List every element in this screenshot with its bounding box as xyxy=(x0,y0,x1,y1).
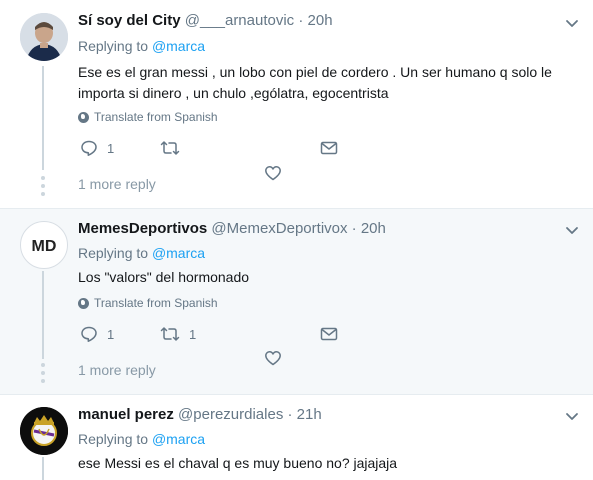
thread-line xyxy=(42,457,44,480)
direct-message-button[interactable] xyxy=(320,139,338,157)
separator: · xyxy=(298,12,304,29)
replying-prefix: Replying to xyxy=(78,431,149,447)
replying-prefix: Replying to xyxy=(78,38,149,54)
timestamp[interactable]: 20h xyxy=(308,12,333,29)
thread-dots xyxy=(41,176,45,200)
chevron-down-icon[interactable] xyxy=(565,409,579,423)
user-handle[interactable]: @perezurdiales xyxy=(178,406,283,423)
reply-icon xyxy=(81,326,97,342)
separator: · xyxy=(351,220,357,237)
retweet-button[interactable]: 1 xyxy=(160,325,196,343)
reply-count: 1 xyxy=(107,140,115,156)
display-name[interactable]: Sí soy del City xyxy=(78,12,181,29)
thread-line xyxy=(42,66,44,170)
heart-icon[interactable] xyxy=(264,164,282,182)
thread-line xyxy=(42,271,44,359)
timestamp[interactable]: 20h xyxy=(361,220,386,237)
retweet-button[interactable] xyxy=(160,139,189,157)
translate-link[interactable]: Translate from Spanish xyxy=(78,296,218,310)
display-name[interactable]: manuel perez xyxy=(78,406,174,423)
tweet[interactable]: manuel perez @perezurdiales · 21h Replyi… xyxy=(0,394,593,480)
reply-count: 1 xyxy=(107,326,115,342)
replying-to-link[interactable]: @marca xyxy=(152,38,205,54)
tweet-text: Ese es el gran messi , un lobo con piel … xyxy=(78,64,552,101)
timestamp[interactable]: 21h xyxy=(297,406,322,423)
tweet-actions: 1 xyxy=(80,139,360,159)
tweet[interactable]: Sí soy del City @___arnautovic · 20h Rep… xyxy=(0,0,593,208)
tweet-header: manuel perez @perezurdiales · 21h xyxy=(78,406,322,423)
translate-link[interactable]: Translate from Spanish xyxy=(78,110,218,124)
retweet-count: 1 xyxy=(189,326,197,342)
avatar[interactable] xyxy=(20,407,68,455)
replying-prefix: Replying to xyxy=(78,245,149,261)
retweet-icon xyxy=(160,327,180,341)
tweet[interactable]: MD MemesDeportivos @MemexDeportivox · 20… xyxy=(0,208,593,395)
tweet-actions: 1 1 xyxy=(80,325,360,345)
reply-button[interactable]: 1 xyxy=(80,325,114,343)
tweet-text: Los "valors" del hormonado xyxy=(78,269,250,285)
user-handle[interactable]: @___arnautovic xyxy=(185,12,294,29)
replying-to-link[interactable]: @marca xyxy=(152,245,205,261)
retweet-icon xyxy=(160,141,180,155)
thread-dots xyxy=(41,363,45,387)
replying-to-link[interactable]: @marca xyxy=(152,431,205,447)
heart-icon[interactable] xyxy=(264,349,282,367)
translate-label: Translate from Spanish xyxy=(94,110,218,124)
direct-message-button[interactable] xyxy=(320,325,338,343)
globe-icon xyxy=(78,111,89,123)
globe-icon xyxy=(78,297,89,309)
more-replies-link[interactable]: 1 more reply xyxy=(78,176,156,192)
tweet-header: MemesDeportivos @MemexDeportivox · 20h xyxy=(78,220,386,237)
translate-label: Translate from Spanish xyxy=(94,296,218,310)
tweet-header: Sí soy del City @___arnautovic · 20h xyxy=(78,12,333,29)
avatar-logo-text: MD xyxy=(32,238,57,255)
more-replies-link[interactable]: 1 more reply xyxy=(78,362,156,378)
real-madrid-crest-icon xyxy=(20,407,68,455)
replying-to: Replying to @marca xyxy=(78,431,205,447)
tweet-text: ese Messi es el chaval q es muy bueno no… xyxy=(78,455,398,471)
separator: · xyxy=(287,406,293,423)
direct-message-icon xyxy=(320,141,338,155)
replying-to: Replying to @marca xyxy=(78,38,205,54)
reply-button[interactable]: 1 xyxy=(80,139,114,157)
chevron-down-icon[interactable] xyxy=(565,16,579,30)
display-name[interactable]: MemesDeportivos xyxy=(78,220,207,237)
avatar[interactable] xyxy=(20,13,68,61)
chevron-down-icon[interactable] xyxy=(565,223,579,237)
reply-icon xyxy=(81,140,97,156)
avatar[interactable]: MD xyxy=(20,221,68,269)
direct-message-icon xyxy=(320,327,338,341)
replying-to: Replying to @marca xyxy=(78,245,205,261)
user-handle[interactable]: @MemexDeportivox xyxy=(211,220,347,237)
